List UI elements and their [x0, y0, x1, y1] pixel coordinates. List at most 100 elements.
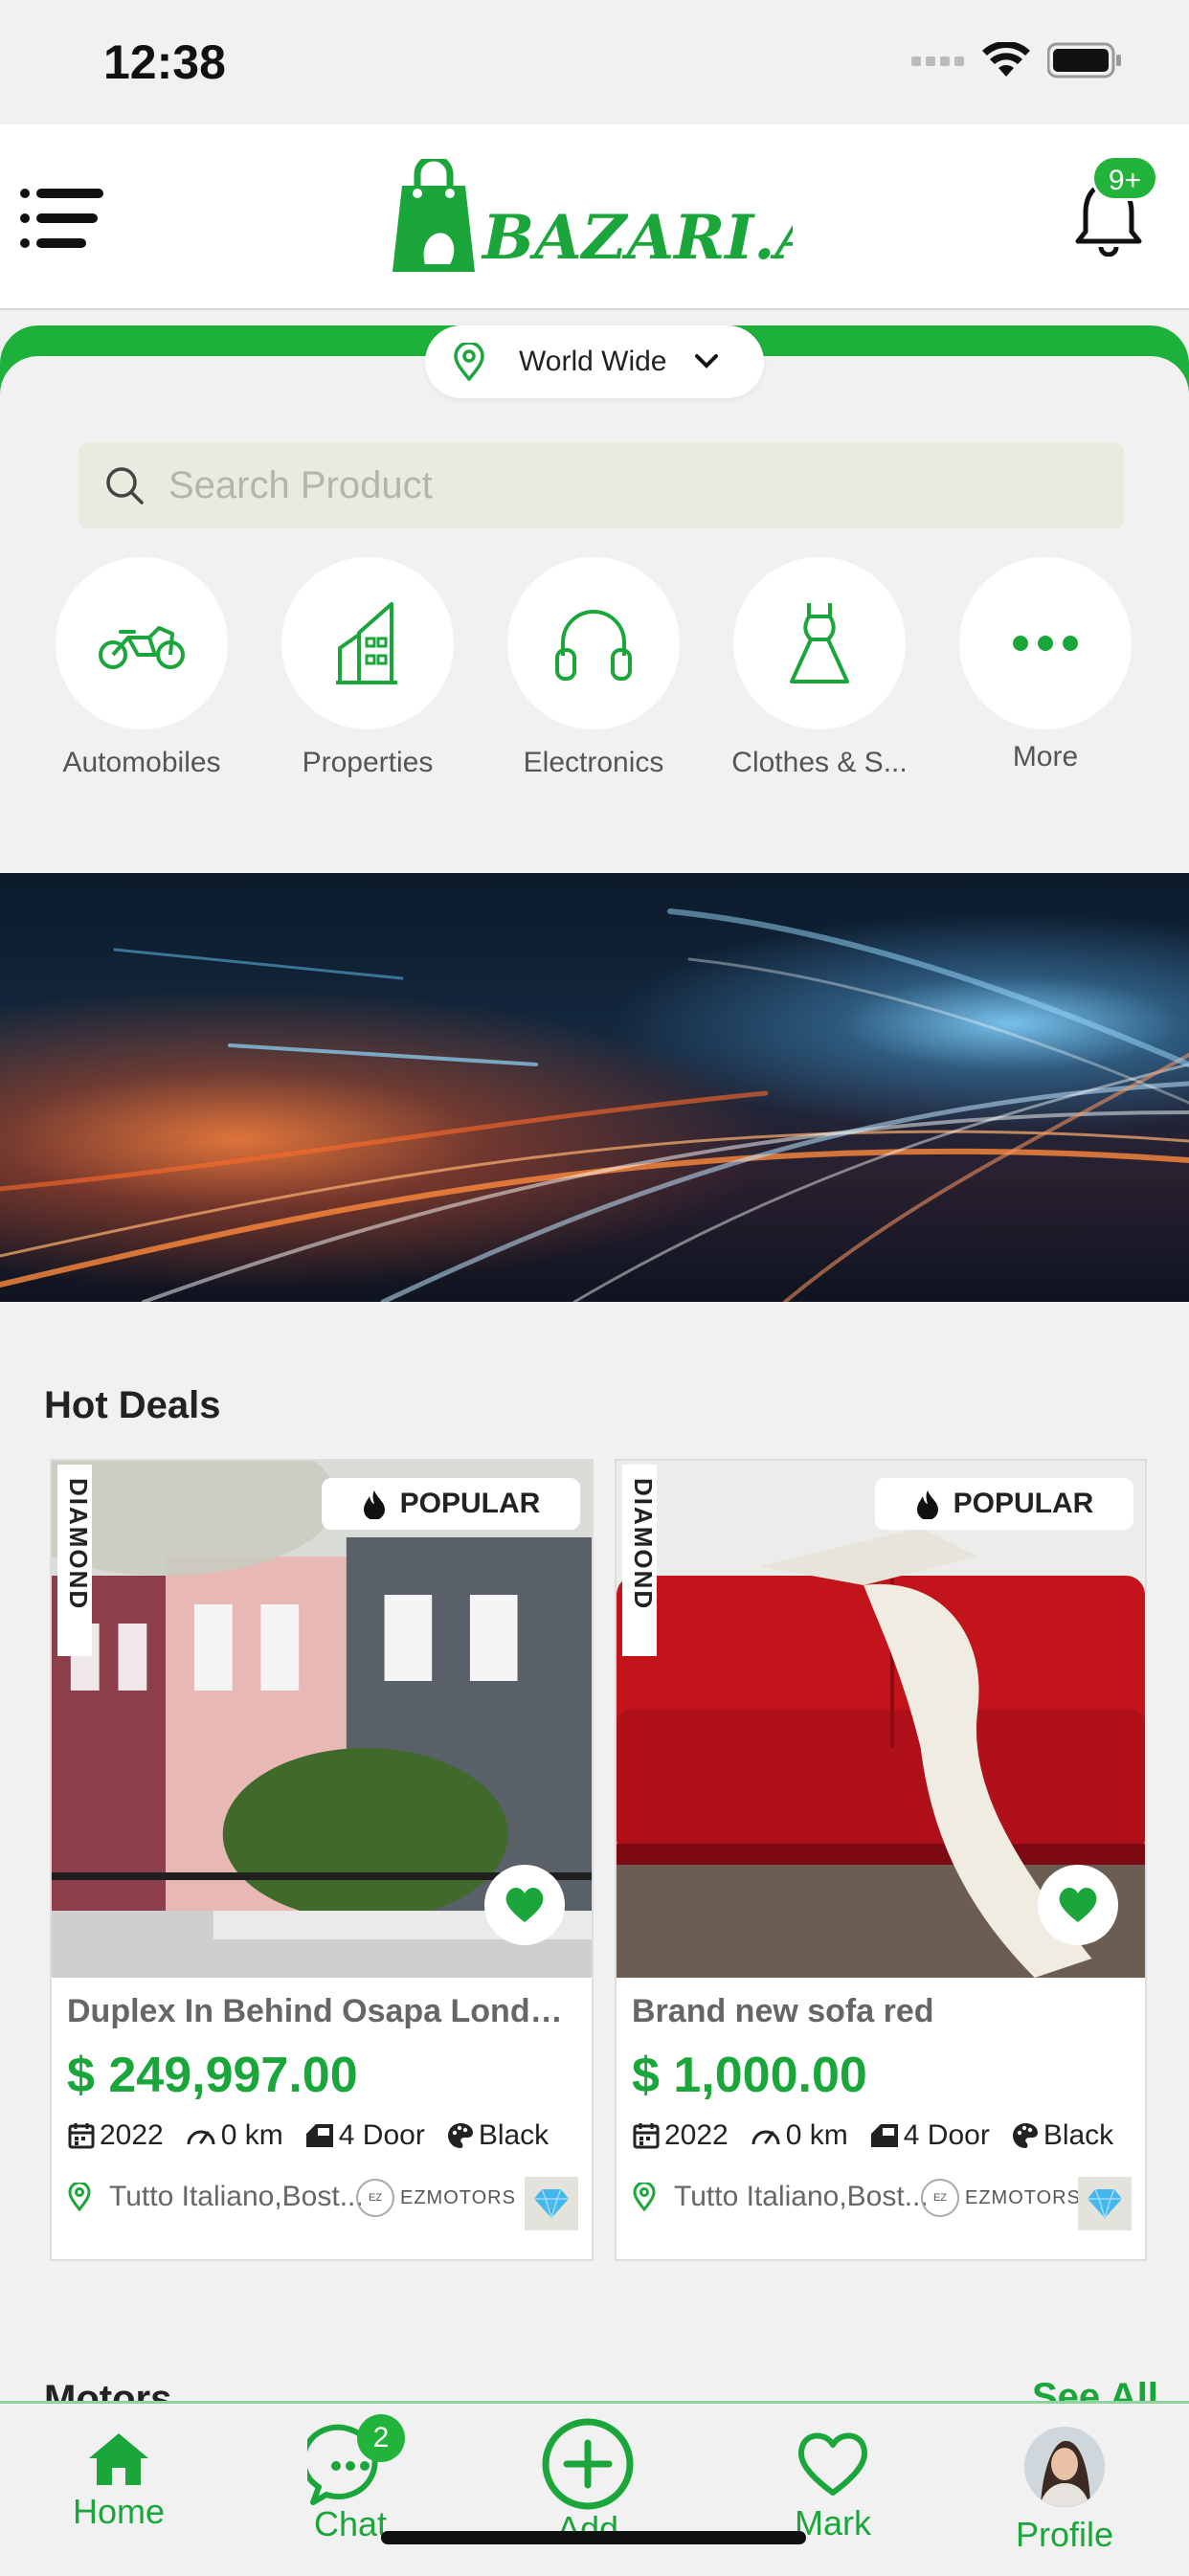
- shopping-bag-logo-icon: BAZARI.AZ: [393, 154, 869, 274]
- category-circle: [507, 557, 680, 729]
- location-text: Tutto Italiano,Bost...: [109, 2181, 364, 2212]
- home-indicator: [381, 2531, 806, 2544]
- category-label: Electronics: [523, 747, 664, 778]
- heart-filled-icon: [1059, 1888, 1097, 1922]
- location-label: World Wide: [519, 346, 667, 377]
- seller-logo[interactable]: EZ EZMOTORS: [921, 2179, 1081, 2217]
- notification-badge: 9+: [1091, 155, 1158, 201]
- chevron-down-icon: [695, 354, 719, 369]
- hot-deals-title: Hot Deals: [44, 1384, 221, 1426]
- heart-outline-icon: [797, 2432, 868, 2496]
- heart-filled-icon: [505, 1888, 544, 1922]
- category-label: Properties: [302, 747, 434, 778]
- calendar-icon: [68, 2123, 95, 2149]
- seller-mark: EZ: [356, 2179, 394, 2217]
- building-icon: [336, 602, 397, 684]
- location-pin-icon: [68, 2183, 91, 2211]
- favorite-button[interactable]: [1038, 1865, 1118, 1945]
- listing-location: Tutto Italiano,Bost...: [632, 2181, 929, 2213]
- seller-mark: EZ: [921, 2179, 959, 2217]
- seller-logo[interactable]: EZ EZMOTORS: [356, 2179, 516, 2217]
- car-door-icon: [870, 2124, 898, 2147]
- search-bar[interactable]: [79, 442, 1124, 528]
- status-icons: [911, 42, 1122, 78]
- nav-mark[interactable]: Mark: [737, 2422, 929, 2543]
- category-automobiles[interactable]: Automobiles: [46, 557, 237, 779]
- listing-specs: 2022 0 km 4 Door Black: [632, 2119, 1134, 2152]
- category-label: Automobiles: [62, 747, 221, 778]
- spec-mileage: 0 km: [220, 2119, 283, 2151]
- favorite-button[interactable]: [484, 1865, 565, 1945]
- nav-profile[interactable]: Profile: [969, 2422, 1160, 2555]
- popular-badge: POPULAR: [875, 1478, 1133, 1530]
- spec-color: Black: [1043, 2119, 1114, 2151]
- spec-year: 2022: [100, 2119, 164, 2151]
- flame-icon: [363, 1490, 385, 1519]
- listing-location: Tutto Italiano,Bost...: [67, 2181, 364, 2213]
- popular-badge: POPULAR: [322, 1478, 580, 1530]
- status-time: 12:38: [103, 35, 226, 89]
- nav-home-label: Home: [72, 2492, 166, 2531]
- headphones-icon: [555, 610, 632, 681]
- speedometer-icon: [187, 2130, 215, 2145]
- dress-icon: [790, 603, 849, 683]
- listing-title: Duplex In Behind Osapa Londo...: [67, 1993, 574, 2029]
- chat-badge: 2: [357, 2414, 405, 2462]
- location-pin-icon: [454, 343, 484, 381]
- diamond-gem-badge: [525, 2177, 578, 2230]
- listing-title: Brand new sofa red: [632, 1993, 934, 2029]
- car-door-icon: [305, 2124, 333, 2147]
- seller-name: EZMOTORS: [400, 2186, 516, 2208]
- category-more[interactable]: More: [950, 557, 1141, 773]
- signal-icon: [911, 56, 964, 66]
- deal-card[interactable]: DIAMOND POPULAR Duplex In Behind Osapa L…: [50, 1459, 594, 2261]
- diamond-tier-badge: DIAMOND: [622, 1465, 658, 1656]
- listing-specs: 2022 0 km 4 Door Black: [67, 2119, 570, 2152]
- diamond-gem-icon: [1088, 2188, 1122, 2220]
- category-circle: [56, 557, 228, 729]
- category-clothes[interactable]: Clothes & S...: [724, 557, 915, 779]
- location-pin-icon: [633, 2183, 656, 2211]
- nav-chat[interactable]: 2 Chat: [255, 2414, 446, 2544]
- profile-avatar: [1024, 2427, 1105, 2507]
- category-label: More: [1012, 741, 1079, 773]
- category-properties[interactable]: Properties: [272, 557, 463, 779]
- search-icon: [106, 467, 144, 504]
- diamond-gem-badge: [1078, 2177, 1132, 2230]
- diamond-tier-badge: DIAMOND: [57, 1465, 93, 1656]
- notifications-button[interactable]: 9+: [1072, 155, 1158, 258]
- category-circle: [281, 557, 454, 729]
- location-selector[interactable]: World Wide: [425, 325, 764, 398]
- logo-text: BAZARI.AZ: [481, 202, 793, 274]
- category-electronics[interactable]: Electronics: [498, 557, 689, 779]
- battery-icon: [1047, 42, 1121, 78]
- hamburger-menu-icon: [20, 189, 103, 248]
- menu-button[interactable]: [19, 186, 107, 253]
- home-icon: [89, 2433, 148, 2485]
- spec-doors: 4 Door: [903, 2119, 990, 2151]
- search-input[interactable]: [167, 462, 1032, 508]
- brand-logo[interactable]: BAZARI.AZ: [391, 154, 869, 278]
- spec-mileage: 0 km: [785, 2119, 848, 2151]
- seller-name: EZMOTORS: [965, 2186, 1081, 2208]
- motorcycle-icon: [99, 626, 185, 669]
- spec-color: Black: [478, 2119, 550, 2151]
- palette-icon: [447, 2123, 473, 2148]
- app-header: BAZARI.AZ 9+: [0, 124, 1189, 310]
- location-text: Tutto Italiano,Bost...: [674, 2181, 929, 2212]
- calendar-icon: [633, 2123, 660, 2149]
- promo-banner[interactable]: [0, 873, 1189, 1302]
- spec-doors: 4 Door: [338, 2119, 425, 2151]
- deal-card[interactable]: DIAMOND POPULAR Brand new sofa red $ 1,0…: [615, 1459, 1147, 2261]
- nav-profile-label: Profile: [1015, 2515, 1114, 2554]
- category-label: Clothes & S...: [731, 747, 908, 778]
- spec-year: 2022: [664, 2119, 729, 2151]
- banner-image: [0, 908, 1189, 1302]
- flame-icon: [916, 1490, 938, 1519]
- category-circle: [959, 557, 1132, 729]
- listing-price: $ 249,997.00: [67, 2048, 358, 2103]
- listing-price: $ 1,000.00: [632, 2048, 867, 2103]
- nav-home[interactable]: Home: [23, 2422, 214, 2532]
- speedometer-icon: [752, 2130, 780, 2145]
- category-circle: [733, 557, 906, 729]
